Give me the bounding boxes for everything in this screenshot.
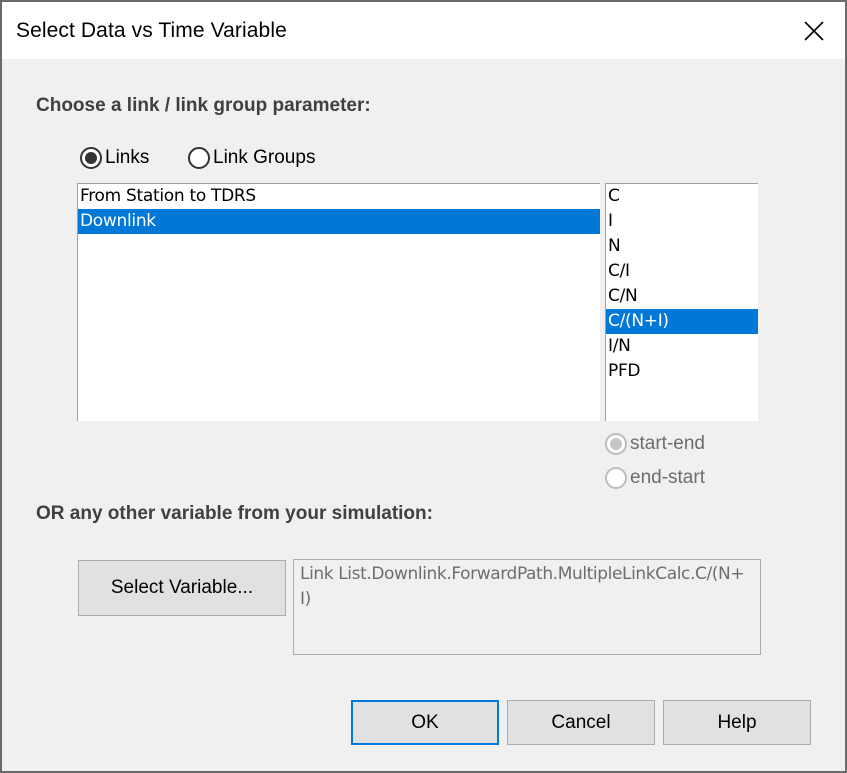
- list-item[interactable]: C/N: [606, 284, 758, 309]
- radio-dot: [85, 152, 97, 164]
- radio-links[interactable]: Links: [80, 147, 149, 169]
- list-item[interactable]: I/N: [606, 334, 758, 359]
- radio-circle: [80, 147, 102, 169]
- radio-end-start-label: end-start: [630, 467, 705, 488]
- select-data-vs-time-dialog: Select Data vs Time Variable Choose a li…: [0, 0, 847, 773]
- radio-circle: [605, 433, 627, 455]
- radio-link-groups[interactable]: Link Groups: [188, 147, 315, 169]
- radio-start-end-label: start-end: [630, 433, 705, 454]
- list-item[interactable]: C/I: [606, 259, 758, 284]
- list-item[interactable]: I: [606, 209, 758, 234]
- other-variable-heading: OR any other variable from your simulati…: [36, 503, 433, 524]
- radio-end-start[interactable]: end-start: [605, 467, 705, 489]
- close-button[interactable]: [783, 2, 845, 59]
- title-bar: Select Data vs Time Variable: [2, 2, 845, 59]
- selected-variable-field: Link List.Downlink.ForwardPath.MultipleL…: [293, 559, 761, 655]
- list-item[interactable]: C/(N+I): [606, 309, 758, 334]
- parameter-listbox[interactable]: C I N C/I C/N C/(N+I) I/N PFD: [605, 183, 758, 421]
- dialog-title: Select Data vs Time Variable: [16, 19, 287, 42]
- list-item[interactable]: Downlink: [78, 209, 600, 234]
- radio-links-label: Links: [105, 147, 150, 168]
- radio-start-end[interactable]: start-end: [605, 433, 705, 455]
- select-variable-button[interactable]: Select Variable...: [78, 560, 286, 616]
- list-item[interactable]: PFD: [606, 359, 758, 384]
- cancel-button[interactable]: Cancel: [507, 700, 655, 745]
- list-item[interactable]: C: [606, 184, 758, 209]
- close-icon: [804, 20, 824, 41]
- ok-button[interactable]: OK: [351, 700, 499, 745]
- radio-dot: [610, 438, 622, 450]
- link-parameter-heading: Choose a link / link group parameter:: [36, 95, 371, 116]
- links-listbox[interactable]: From Station to TDRS Downlink: [77, 183, 600, 421]
- radio-link-groups-label: Link Groups: [213, 147, 316, 168]
- list-item[interactable]: From Station to TDRS: [78, 184, 600, 209]
- radio-circle: [605, 467, 627, 489]
- radio-circle: [188, 147, 210, 169]
- list-item[interactable]: N: [606, 234, 758, 259]
- help-button[interactable]: Help: [663, 700, 811, 745]
